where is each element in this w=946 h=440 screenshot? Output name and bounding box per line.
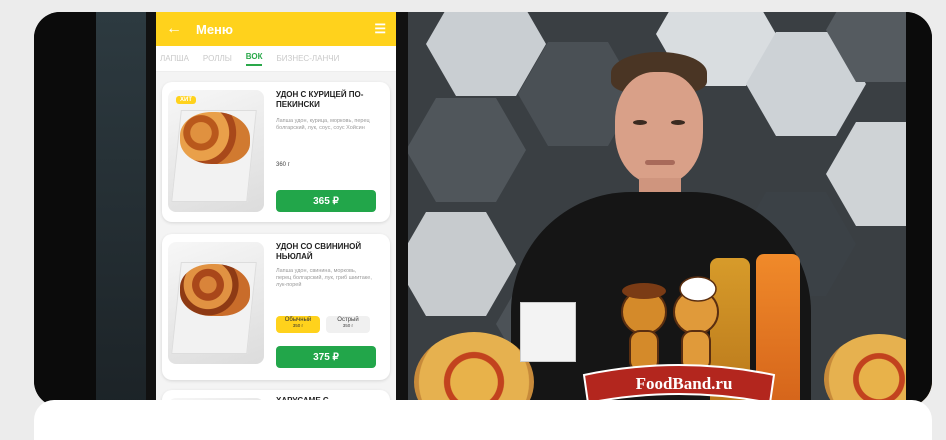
dish-name: УДОН СО СВИНИНОЙ НЬЮЛАЙ [276,242,362,261]
dish-description: Лапша удон, курица, морковь, перец болга… [276,118,370,132]
filter-icon[interactable]: ☰ [374,21,386,37]
tab-noodles[interactable]: ЛАПША [160,54,189,63]
menu-item-card[interactable]: УДОН СО СВИНИНОЙ НЬЮЛАЙ Лапша удон, свин… [162,234,390,380]
app-screen: ← Меню ☰ ЛАПША РОЛЛЫ ВОК БИЗНЕС-ЛАНЧИ ХИ… [156,12,396,407]
option-spicy[interactable]: Острый 350 г [326,316,370,333]
hit-badge: ХИТ [176,96,196,104]
phone-device: ← Меню ☰ ЛАПША РОЛЛЫ ВОК БИЗНЕС-ЛАНЧИ ХИ… [146,12,408,407]
category-tabs: ЛАПША РОЛЛЫ ВОК БИЗНЕС-ЛАНЧИ [156,46,396,72]
letterbox-right [906,12,932,407]
dish-image [168,242,264,364]
option-regular-weight: 350 г [292,322,304,328]
letterbox-left [34,12,96,407]
dish-image: ХИТ [168,90,264,212]
caption-panel [34,400,932,440]
add-to-cart-button[interactable]: 365 ₽ [276,190,376,212]
logo-text: FoodBand.ru [635,374,733,393]
app-title: Меню [196,21,234,37]
dish-name: УДОН С КУРИЦЕЙ ПО-ПЕКИНСКИ [276,90,364,109]
dish-weight: 360 г [276,162,290,168]
tab-rolls[interactable]: РОЛЛЫ [203,54,232,63]
back-arrow-icon[interactable]: ← [166,20,182,38]
option-regular[interactable]: Обычный 350 г [276,316,320,333]
tab-wok[interactable]: ВОК [245,52,263,66]
wok-box [520,302,576,362]
option-spicy-weight: 350 г [342,322,354,328]
app-header: ← Меню ☰ [156,12,396,46]
screenshot-frame: FoodBand.ru ← Меню ☰ ЛАПША РОЛЛЫ ВОК БИЗ… [0,0,946,440]
menu-item-card[interactable]: ХИТ УДОН С КУРИЦЕЙ ПО-ПЕКИНСКИ Лапша удо… [162,82,390,222]
add-to-cart-button[interactable]: 375 ₽ [276,346,376,368]
tab-business-lunch[interactable]: БИЗНЕС-ЛАНЧИ [276,54,339,63]
video-player[interactable]: FoodBand.ru ← Меню ☰ ЛАПША РОЛЛЫ ВОК БИЗ… [34,12,932,407]
dish-description: Лапша удон, свинина, морковь, перец болг… [276,268,372,289]
